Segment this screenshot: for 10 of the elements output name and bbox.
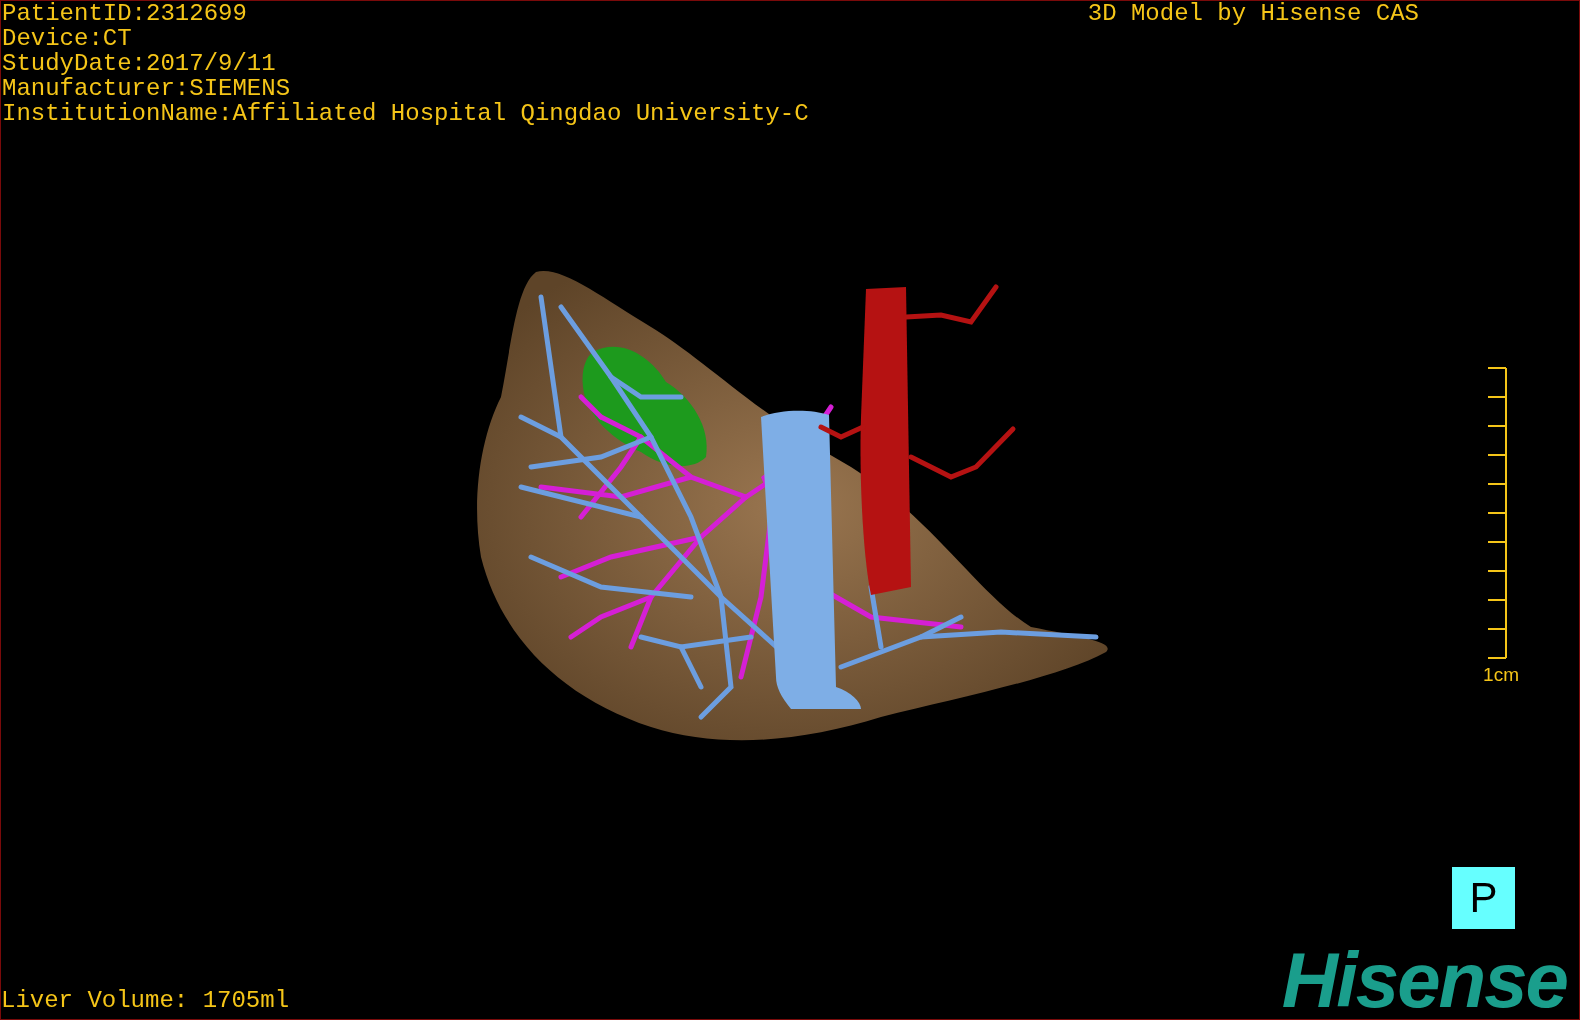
patient-info-text: InstitutionName:Affiliated Hospital Qingdao University-C: [2, 101, 809, 126]
liver-volume-text: Liver Volume: 1705ml: [1, 988, 290, 1013]
patient-info-text: PatientID:2312699: [2, 1, 248, 26]
patient-info-text: StudyDate:2017/9/11: [2, 51, 277, 76]
scale-label: 1cm: [1483, 664, 1519, 686]
patient-info-text: Device:CT: [2, 26, 133, 51]
patient-info-text: Manufacturer:SIEMENS: [2, 76, 292, 101]
model-title: 3D Model by Hisense CAS: [1087, 1, 1419, 26]
brand-logo: Hisense: [1281, 949, 1568, 1011]
orientation-marker: P: [1452, 867, 1515, 929]
